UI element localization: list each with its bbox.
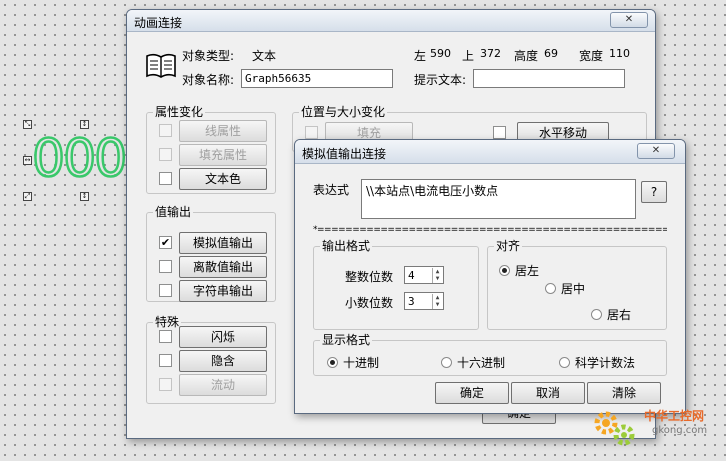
expression-label: 表达式 [313, 183, 350, 197]
special-title: 特殊 [153, 315, 182, 329]
watermark-text-cn: 中华工控网 [644, 409, 705, 423]
watermark-text-en: gkong.com [652, 425, 708, 436]
integer-digits-spinner[interactable]: ▲ ▼ [432, 268, 442, 283]
object-type-value: 文本 [252, 49, 277, 63]
discrete-output-button[interactable]: 离散值输出 [179, 256, 267, 278]
width-label: 宽度 [579, 49, 604, 63]
book-icon [145, 52, 177, 83]
tooltip-text-label: 提示文本: [414, 73, 467, 87]
text-color-button[interactable]: 文本色 [179, 168, 267, 190]
tooltip-text-field[interactable] [473, 69, 625, 88]
align-center-radio[interactable] [545, 283, 556, 294]
resize-handle-bl[interactable]: ⤢ [23, 192, 32, 201]
width-value: 110 [609, 47, 630, 60]
hide-button[interactable]: 隐含 [179, 350, 267, 372]
gkong-logo: 中华工控网 gkong.com [590, 405, 720, 449]
attr-change-title: 属性变化 [153, 105, 206, 119]
decimal-digits-value: 3 [408, 295, 415, 308]
value-output-title: 值输出 [153, 205, 194, 219]
analog-output-checkbox[interactable]: ✔ [159, 236, 172, 249]
help-button[interactable]: ? [641, 181, 667, 203]
decimal-digits-label: 小数位数 [345, 296, 394, 310]
align-left-label[interactable]: 居左 [515, 262, 539, 279]
cancel-button[interactable]: 取消 [511, 382, 585, 404]
height-value: 69 [544, 47, 558, 60]
main-titlebar[interactable]: 动画连接 ✕ [127, 10, 655, 32]
sci-label[interactable]: 科学计数法 [575, 354, 635, 371]
hex-radio[interactable] [441, 357, 452, 368]
decimal-label[interactable]: 十进制 [343, 354, 379, 371]
align-center-label[interactable]: 居中 [561, 280, 585, 297]
expression-text: \\本站点\电流电压小数点 [366, 184, 499, 198]
string-output-checkbox[interactable] [159, 284, 172, 297]
line-attr-button[interactable]: 线属性 [179, 120, 267, 142]
fill-attr-button[interactable]: 填充属性 [179, 144, 267, 166]
align-left-radio[interactable] [499, 265, 510, 276]
integer-digits-value: 4 [408, 269, 415, 282]
fill-attr-checkbox[interactable] [159, 148, 172, 161]
object-name-field[interactable]: Graph56635 [241, 69, 393, 88]
ok-button[interactable]: 确定 [435, 382, 509, 404]
integer-digits-field[interactable]: 4 ▲ ▼ [404, 266, 444, 284]
analog-output-dialog: 模拟值输出连接 ✕ 表达式 \\本站点\电流电压小数点 ? *=========… [294, 139, 686, 414]
integer-digits-label: 整数位数 [345, 270, 394, 284]
left-label: 左 [414, 49, 427, 63]
analog-output-button[interactable]: 模拟值输出 [179, 232, 267, 254]
string-output-button[interactable]: 字符串输出 [179, 280, 267, 302]
discrete-output-checkbox[interactable] [159, 260, 172, 273]
left-value: 590 [430, 47, 451, 60]
decimal-digits-spinner[interactable]: ▲ ▼ [432, 294, 442, 309]
analog-titlebar[interactable]: 模拟值输出连接 ✕ [295, 140, 685, 164]
flow-button[interactable]: 流动 [179, 374, 267, 396]
object-type-label: 对象类型: [182, 49, 235, 63]
main-close-button[interactable]: ✕ [610, 12, 648, 28]
main-dialog-title: 动画连接 [134, 16, 183, 30]
hide-checkbox[interactable] [159, 354, 172, 367]
sci-radio[interactable] [559, 357, 570, 368]
decimal-radio[interactable] [327, 357, 338, 368]
blink-checkbox[interactable] [159, 330, 172, 343]
height-label: 高度 [514, 49, 539, 63]
expression-field[interactable]: \\本站点\电流电压小数点 [361, 179, 636, 219]
alignment-title: 对齐 [494, 239, 523, 253]
text-color-checkbox[interactable] [159, 172, 172, 185]
align-right-radio[interactable] [591, 309, 602, 320]
analog-close-button[interactable]: ✕ [637, 143, 675, 159]
output-format-group: 输出格式 [313, 239, 479, 330]
display-format-title: 显示格式 [320, 333, 373, 347]
separator-line: *=======================================… [313, 225, 667, 235]
fill-checkbox[interactable] [305, 126, 318, 139]
resize-handle-tl[interactable]: ⤡ [23, 120, 32, 129]
hex-label[interactable]: 十六进制 [457, 354, 505, 371]
resize-handle-bm[interactable]: ↕ [80, 192, 89, 201]
decimal-digits-field[interactable]: 3 ▲ ▼ [404, 292, 444, 310]
clear-button[interactable]: 清除 [587, 382, 661, 404]
position-size-title: 位置与大小变化 [299, 105, 388, 119]
top-label: 上 [462, 49, 475, 63]
top-value: 372 [480, 47, 501, 60]
flow-checkbox[interactable] [159, 378, 172, 391]
hmove-checkbox[interactable] [493, 126, 506, 139]
output-format-title: 输出格式 [320, 239, 373, 253]
align-right-label[interactable]: 居右 [607, 306, 631, 323]
line-attr-checkbox[interactable] [159, 124, 172, 137]
blink-button[interactable]: 闪烁 [179, 326, 267, 348]
object-name-label: 对象名称: [182, 73, 235, 87]
gear-icon [594, 411, 635, 446]
analog-dialog-title: 模拟值输出连接 [302, 147, 387, 161]
resize-handle-ml[interactable]: ↔ [23, 156, 32, 165]
